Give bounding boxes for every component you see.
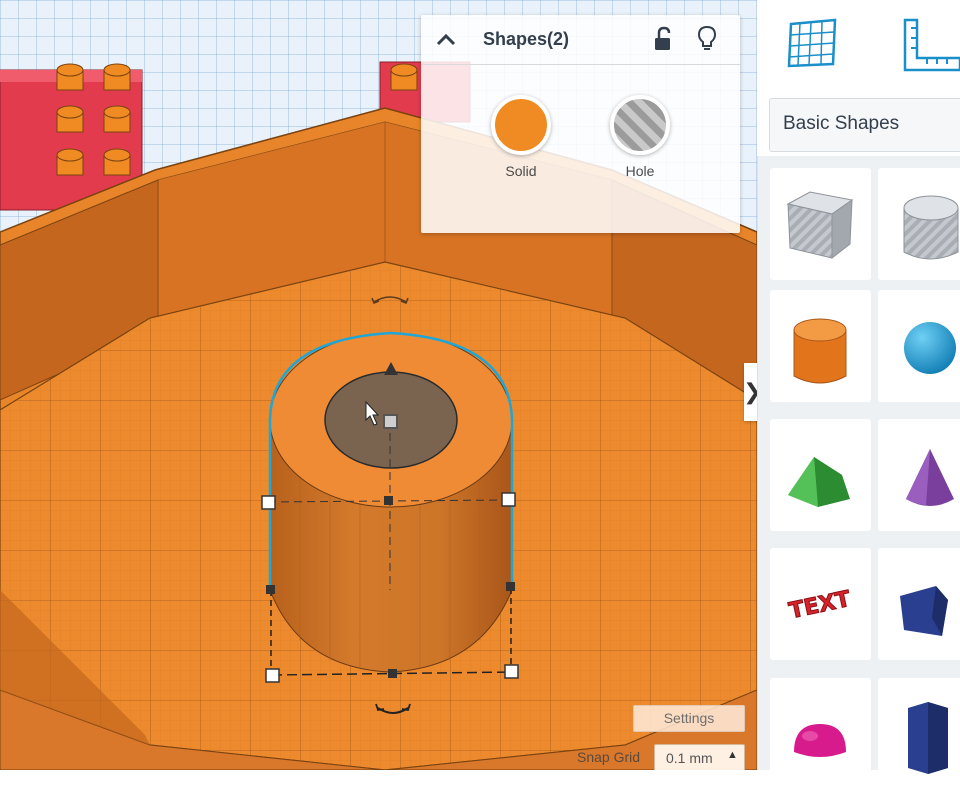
solid-option[interactable]: Solid [481,95,561,179]
workplane-icon[interactable] [785,16,841,72]
shape-tile-text-label: TEXT [787,587,853,624]
lightbulb-icon[interactable] [695,24,719,54]
3d-viewport[interactable]: Shapes(2) Solid Hole Settings Snap Grid … [0,0,757,770]
shape-inspector-panel: Shapes(2) Solid Hole [421,15,740,233]
shape-tile-hexagonal-prism[interactable] [878,678,960,790]
shape-tile-sphere[interactable] [878,290,960,402]
caret-up-icon: ▲ [727,749,738,761]
solid-label: Solid [505,163,537,179]
shape-library-select[interactable]: Basic Shapes [769,98,960,152]
chevron-up-icon[interactable] [433,27,459,53]
shape-tile-text[interactable]: TEXT [770,548,871,660]
shape-tile-roof[interactable] [770,419,871,531]
inspector-header: Shapes(2) [421,15,740,65]
shape-tile-cone[interactable] [878,419,960,531]
inspector-title: Shapes(2) [483,29,570,49]
hole-label: Hole [625,163,655,179]
shape-tile-cylinder-hole[interactable] [878,168,960,280]
shape-library-label: Basic Shapes [783,113,900,134]
hole-swatch[interactable] [610,95,670,155]
settings-button[interactable]: Settings [633,705,745,732]
shape-tiles-area: TEXT [757,156,960,790]
snap-grid-label: Snap Grid [577,749,641,765]
hole-option[interactable]: Hole [600,95,680,179]
shape-tile-box-hole[interactable] [770,168,871,280]
solid-color-swatch[interactable] [491,95,551,155]
shape-tile-half-sphere[interactable] [770,678,871,790]
shapes-panel: Basic Shapes TEXT [757,0,960,790]
snap-grid-value: 0.1 mm [666,750,713,766]
shape-tile-polygon[interactable] [878,548,960,660]
snap-grid-select[interactable]: 0.1 mm ▲ [654,744,745,770]
shape-tile-cylinder[interactable] [770,290,871,402]
ruler-icon[interactable] [897,16,960,74]
unlock-icon[interactable] [652,25,676,53]
